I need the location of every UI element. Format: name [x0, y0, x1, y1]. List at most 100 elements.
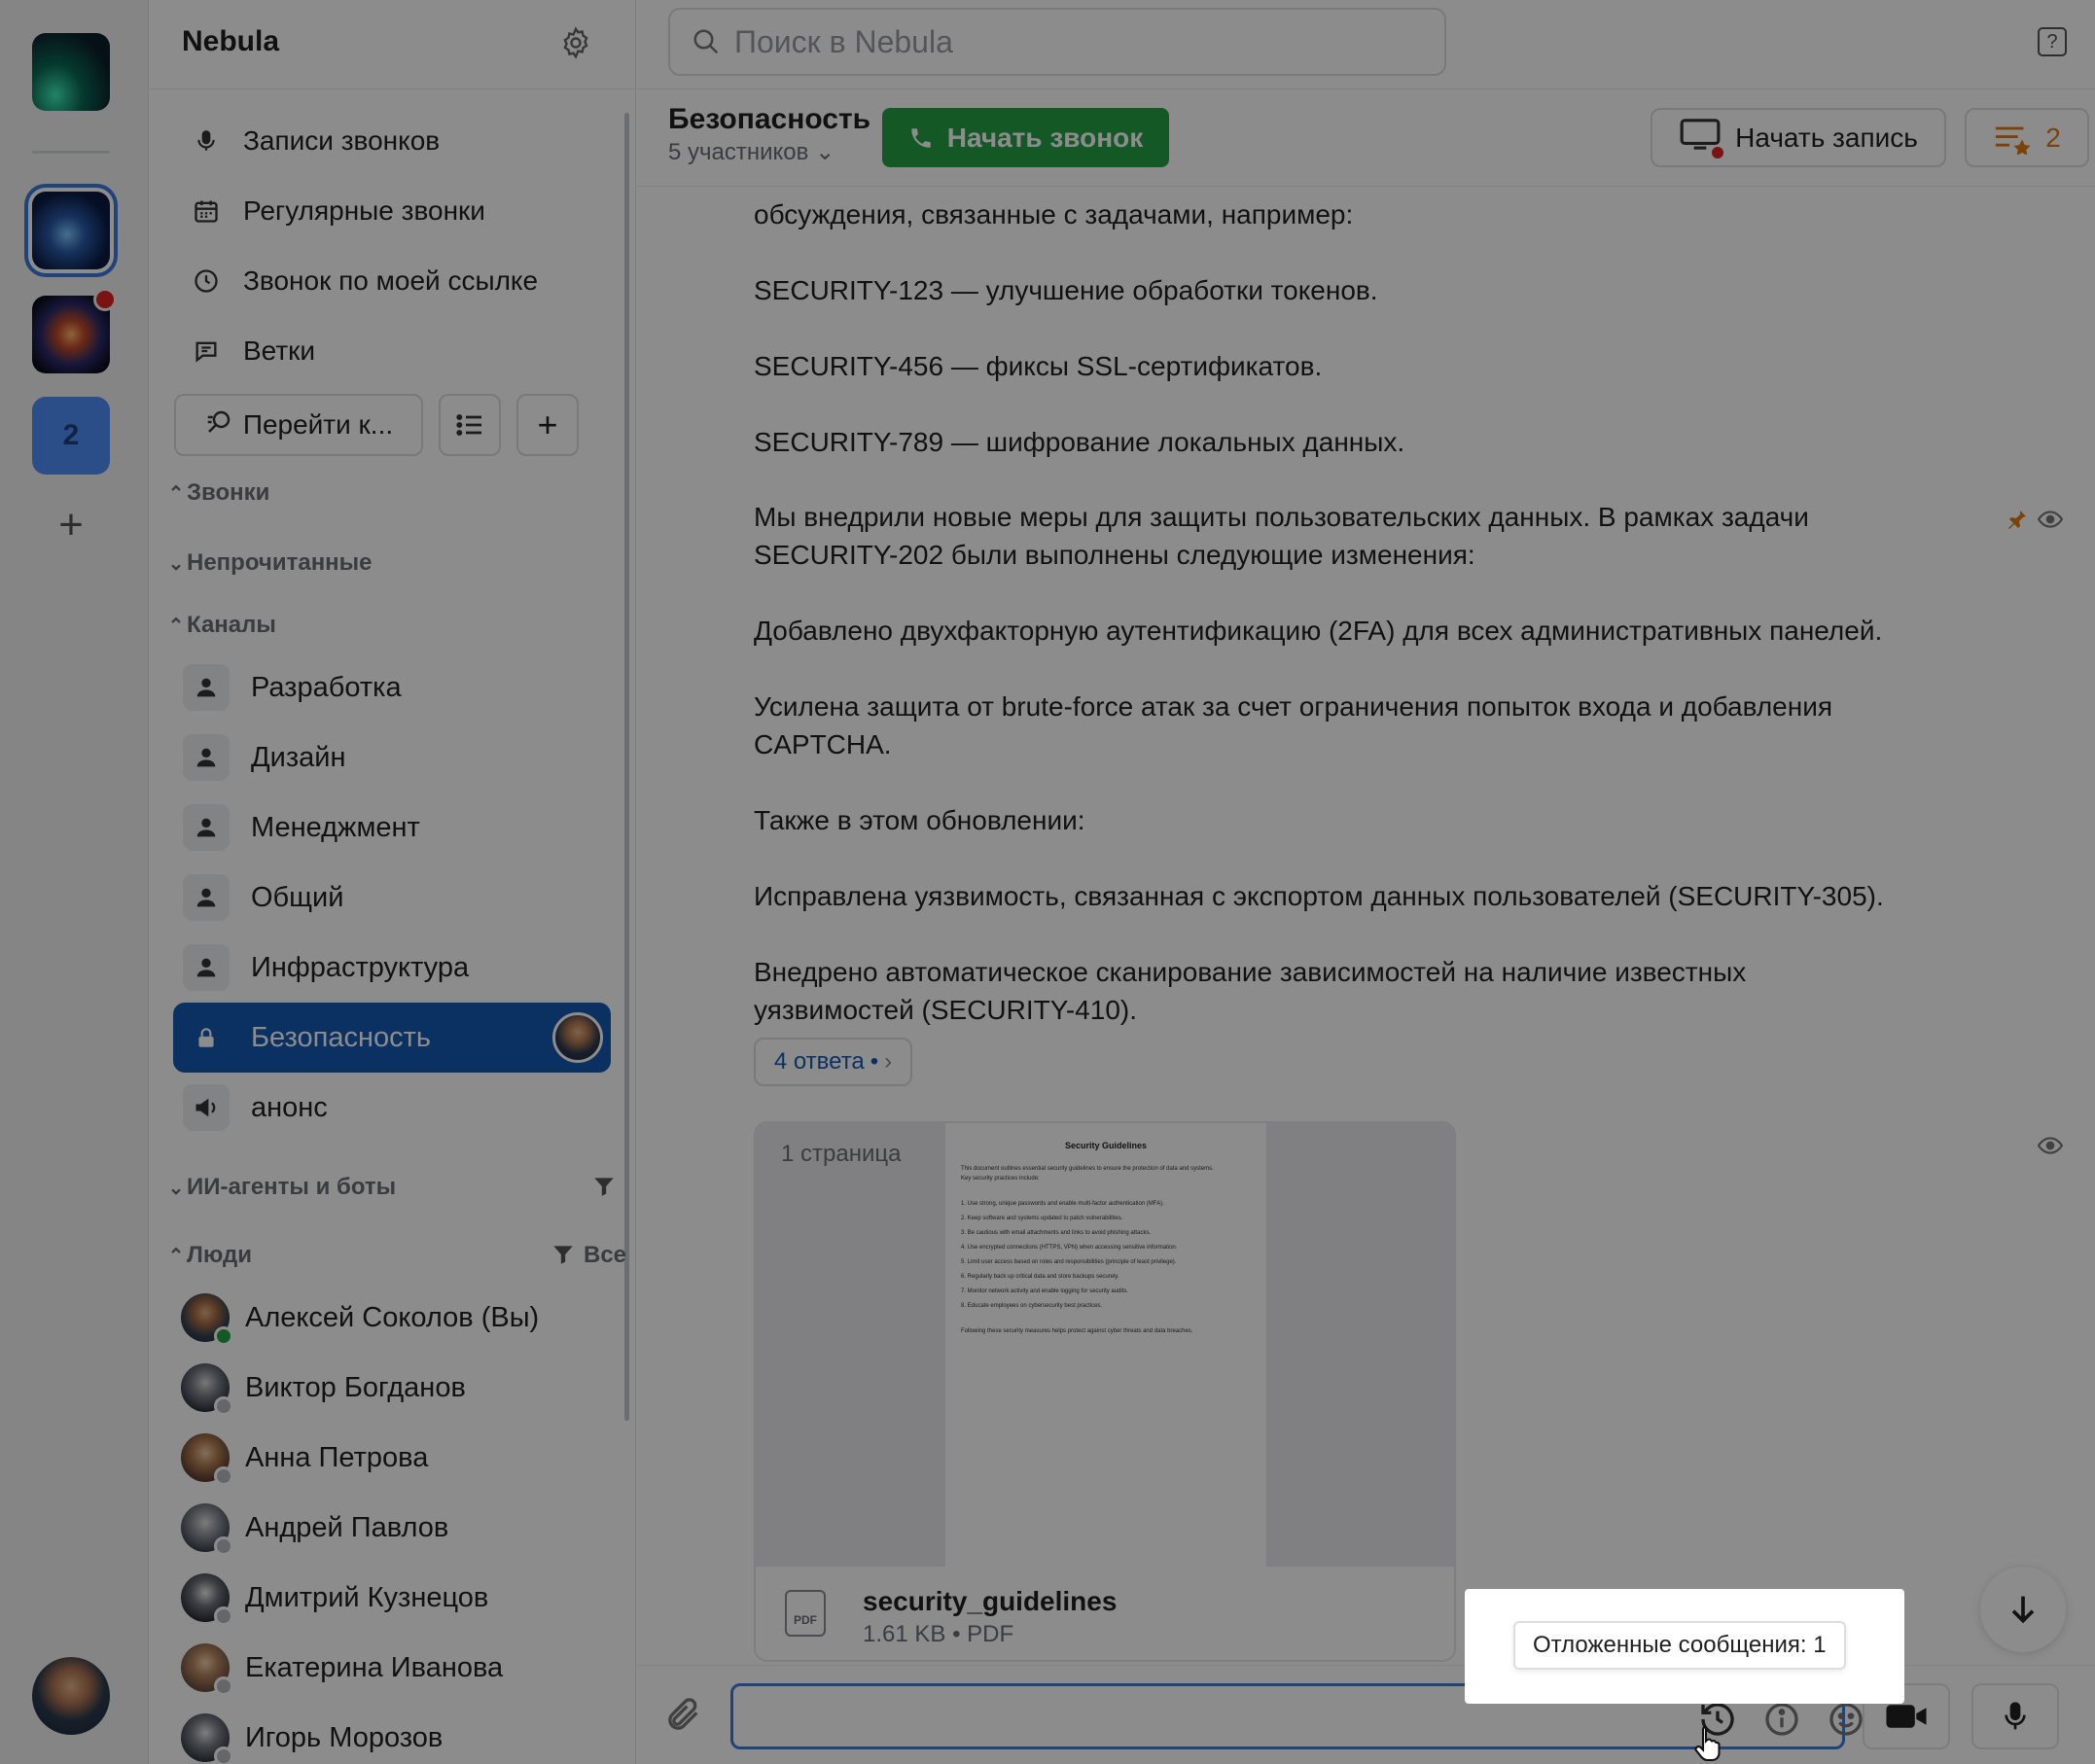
channel-label: Инфраструктура — [251, 951, 470, 983]
nav-call-recordings[interactable]: Записи звонков — [179, 112, 597, 170]
list-view-button[interactable] — [439, 394, 501, 456]
message-text: Усилена защита от brute-force атак за сч… — [754, 691, 1833, 722]
chevron-down-icon: ⌄ — [815, 139, 835, 165]
section-calls[interactable]: ⌃ Звонки — [165, 479, 270, 507]
replies-button[interactable]: 4 ответа • › — [754, 1038, 912, 1086]
pdf-line: 7. Monitor network activity and enable l… — [961, 1288, 1129, 1294]
help-icon[interactable]: ? — [2038, 27, 2067, 56]
message-text: Исправлена уязвимость, связанная с экспо… — [754, 881, 1884, 911]
section-channels[interactable]: ⌃ Каналы — [165, 612, 276, 639]
start-recording-button[interactable]: Начать запись — [1651, 108, 1946, 167]
thread-icon — [179, 337, 233, 365]
seen-eye-icon — [2038, 511, 2063, 528]
workspace-number-icon[interactable]: 2 — [32, 397, 110, 475]
section-label: Звонки — [187, 479, 270, 506]
voice-message-button[interactable] — [1971, 1683, 2059, 1749]
sidebar-scrollbar[interactable] — [624, 113, 629, 1421]
start-call-label: Начать звонок — [946, 122, 1144, 153]
emoji-icon[interactable] — [1827, 1700, 1865, 1739]
workspace-aurora-icon[interactable] — [32, 33, 110, 111]
scroll-to-bottom-button[interactable] — [1980, 1567, 2066, 1652]
pin-icon[interactable] — [2006, 508, 2029, 531]
channel-item[interactable]: анонс — [173, 1073, 611, 1143]
person-item[interactable]: Алексей Соколов (Вы) — [179, 1287, 617, 1349]
filter-icon[interactable] — [550, 1242, 576, 1267]
channel-item-active[interactable]: Безопасность — [173, 1003, 611, 1073]
goto-button[interactable]: Перейти к... — [174, 394, 423, 456]
channel-label: анонс — [251, 1091, 328, 1123]
pinned-list-icon — [1996, 126, 2031, 155]
chevron-down-icon: ⌄ — [167, 552, 185, 575]
person-name: Алексей Соколов (Вы) — [245, 1301, 540, 1333]
page-count: 1 страница — [781, 1141, 902, 1167]
members-dropdown[interactable]: 5 участников ⌄ — [668, 138, 834, 166]
settings-gear-icon[interactable] — [558, 25, 593, 60]
person-item[interactable]: Анна Петрова — [179, 1427, 617, 1489]
section-label: Непрочитанные — [187, 549, 373, 576]
paperclip-icon[interactable] — [664, 1695, 703, 1734]
pdf-line: 4. Use encrypted connections (HTTPS, VPN… — [961, 1245, 1178, 1251]
person-name: Дмитрий Кузнецов — [245, 1581, 489, 1613]
person-item[interactable]: Екатерина Иванова — [179, 1637, 617, 1699]
unread-dot — [93, 288, 117, 311]
search-placeholder: Поиск в Nebula — [734, 23, 953, 59]
pdf-line: 3. Be cautious with email attachments an… — [961, 1230, 1152, 1236]
channel-label: Дизайн — [251, 741, 346, 773]
person-name: Екатерина Иванова — [245, 1651, 504, 1683]
nav-recurring-calls[interactable]: Регулярные звонки — [179, 182, 597, 240]
pdf-type-label: PDF — [794, 1613, 817, 1627]
replies-label: 4 ответа — [773, 1048, 865, 1075]
people-filter-label[interactable]: Все — [584, 1242, 626, 1269]
lock-icon — [183, 1014, 230, 1061]
nav-label: Регулярные звонки — [243, 195, 485, 226]
nav-my-link-call[interactable]: Звонок по моей ссылке — [179, 252, 597, 310]
section-label: Люди — [187, 1242, 253, 1268]
chevron-up-icon: ⌃ — [167, 1245, 185, 1267]
seen-eye-icon — [2038, 1137, 2063, 1154]
message-text: CAPTCHA. — [754, 729, 892, 759]
pdf-line: Key security practices include: — [961, 1176, 1040, 1182]
pinned-count: 2 — [2045, 122, 2061, 153]
goto-search-icon — [204, 407, 233, 443]
pdf-preview[interactable]: 1 страница Security Guidelines This docu… — [756, 1123, 1454, 1567]
info-icon[interactable] — [1762, 1700, 1801, 1739]
message-text: SECURITY-789 — шифрование локальных данн… — [754, 427, 1405, 457]
nav-threads[interactable]: Ветки — [179, 322, 597, 380]
video-camera-icon — [1886, 1705, 1927, 1728]
channel-item[interactable]: Инфраструктура — [173, 933, 611, 1003]
section-ai-agents[interactable]: ⌄ ИИ-агенты и боты — [165, 1174, 622, 1201]
arrow-down-icon — [2011, 1596, 2035, 1624]
add-workspace-button[interactable]: + — [52, 504, 90, 547]
person-item[interactable]: Виктор Богданов — [179, 1357, 617, 1419]
channel-item[interactable]: Общий — [173, 863, 611, 933]
channel-item[interactable]: Менеджмент — [173, 793, 611, 863]
chevron-right-icon: › — [884, 1048, 893, 1075]
channel-item[interactable]: Разработка — [173, 653, 611, 723]
pdf-file-icon: PDF — [785, 1590, 826, 1637]
sidebar: Nebula Записи звонков Регулярные звонки … — [150, 0, 636, 1764]
goto-label: Перейти к... — [242, 409, 394, 440]
my-avatar[interactable] — [32, 1657, 110, 1735]
file-attachment[interactable]: 1 страница Security Guidelines This docu… — [754, 1121, 1456, 1662]
channel-title: Безопасность — [668, 103, 871, 135]
person-item[interactable]: Андрей Павлов — [179, 1497, 617, 1559]
message-text: обсуждения, связанные с задачами, наприм… — [754, 199, 1354, 229]
section-unread[interactable]: ⌄ Непрочитанные — [165, 549, 373, 577]
search-input[interactable]: Поиск в Nebula — [668, 8, 1446, 76]
pinned-messages-button[interactable]: 2 — [1965, 108, 2089, 167]
file-name[interactable]: security_guidelines — [863, 1586, 1117, 1617]
pdf-line: 1. Use strong, unique passwords and enab… — [961, 1201, 1164, 1207]
calendar-icon — [179, 197, 233, 225]
filter-icon[interactable] — [591, 1174, 617, 1199]
plus-icon: + — [537, 405, 558, 444]
section-people[interactable]: ⌃ Люди Все — [165, 1242, 626, 1269]
person-item[interactable]: Игорь Морозов — [179, 1707, 617, 1764]
person-item[interactable]: Дмитрий Кузнецов — [179, 1567, 617, 1629]
avatar — [181, 1643, 233, 1696]
workspace-nebula-icon[interactable] — [32, 192, 110, 269]
channel-item[interactable]: Дизайн — [173, 723, 611, 793]
start-call-button[interactable]: Начать звонок — [882, 108, 1169, 167]
nav-label: Записи звонков — [243, 125, 441, 156]
add-button[interactable]: + — [516, 394, 579, 456]
members-count: 5 участников — [668, 139, 809, 165]
